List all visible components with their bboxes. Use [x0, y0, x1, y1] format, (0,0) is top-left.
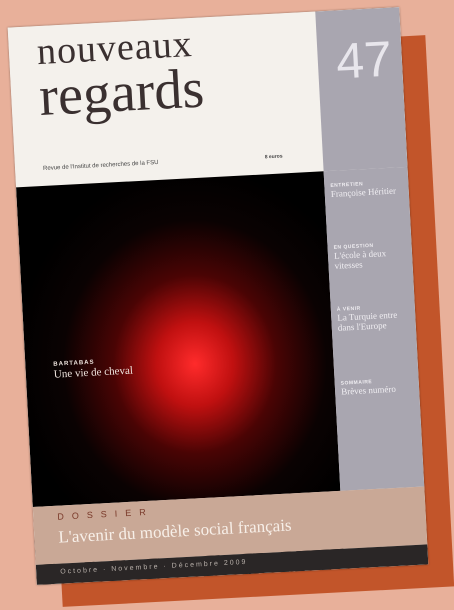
title-line-2: regards	[37, 57, 206, 129]
sidebar-item-upcoming: À VENIR La Turquie entre dans l'Europe	[337, 303, 412, 333]
contents-sidebar: ENTRETIEN Françoise Héritier EN QUESTION…	[323, 166, 425, 491]
sidebar-item-text: L'école à deux vitesses	[333, 248, 387, 271]
feature-label: BARTABAS Une vie de cheval	[53, 358, 133, 381]
issue-number: 47	[334, 30, 394, 90]
subtitle: Revue de l'Institut de recherches de la …	[42, 159, 159, 172]
issue-column: 47	[315, 7, 408, 172]
sidebar-item-text: La Turquie entre dans l'Europe	[337, 309, 398, 333]
sidebar-item-summary: SOMMAIRE Brèves numéro	[341, 377, 416, 397]
dossier-title: L'avenir du modèle social français	[57, 515, 293, 547]
masthead: nouveaux regards 47 Revue de l'Institut …	[7, 7, 408, 188]
sidebar-item-question: EN QUESTION L'école à deux vitesses	[333, 241, 408, 271]
issue-date: Octobre · Novembre · Décembre 2009	[60, 558, 248, 576]
price: 8 euros	[264, 153, 283, 161]
magazine-cover: nouveaux regards 47 Revue de l'Institut …	[7, 7, 429, 585]
dossier-label: DOSSIER	[57, 506, 154, 522]
horses-photo: BARTABAS Une vie de cheval	[16, 171, 347, 585]
sidebar-item-interview: ENTRETIEN Françoise Héritier	[330, 179, 405, 199]
